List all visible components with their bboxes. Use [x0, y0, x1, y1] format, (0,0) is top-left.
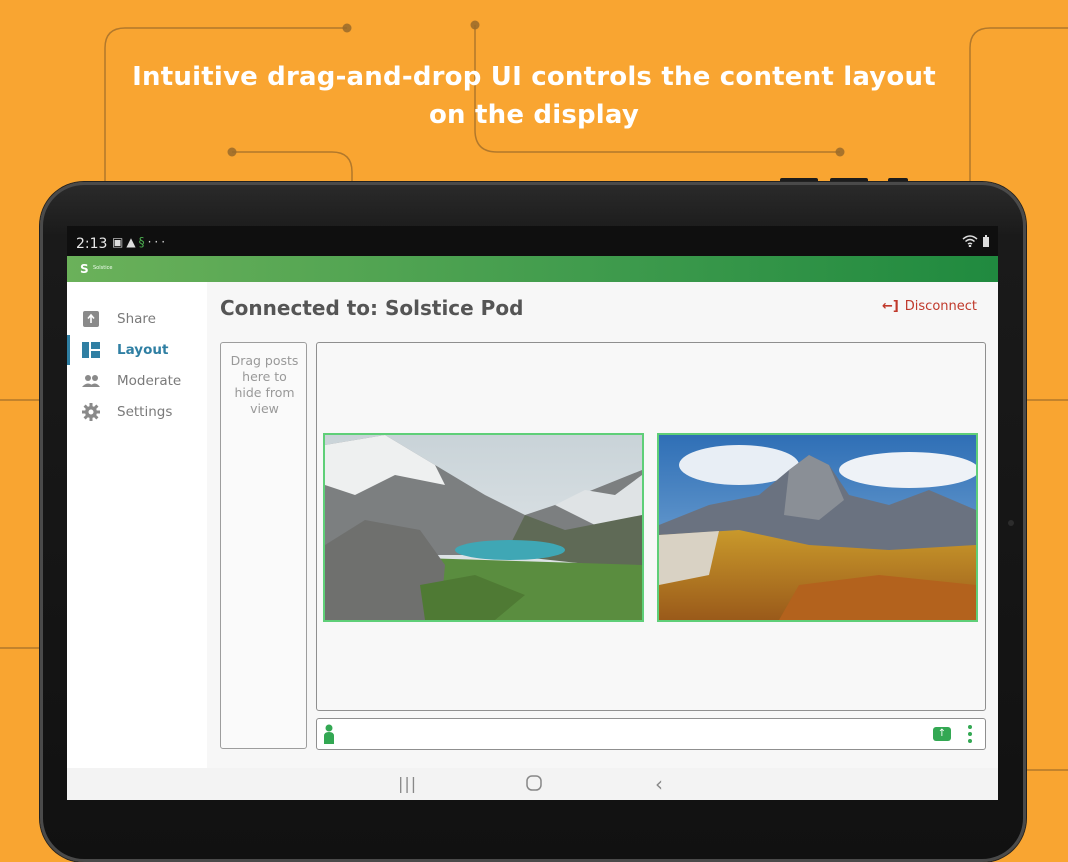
- app-header: S Solstice: [67, 256, 998, 282]
- post-dolomites[interactable]: [657, 433, 978, 622]
- headline: Intuitive drag-and-drop UI controls the …: [0, 58, 1068, 134]
- app-brand: Solstice: [93, 265, 113, 271]
- status-time: 2:13: [76, 236, 108, 252]
- headline-line-2: on the display: [428, 100, 640, 130]
- status-left-icons: ▣▲§···: [112, 235, 168, 249]
- sidebar-item-share[interactable]: Share: [67, 304, 207, 334]
- sidebar-item-label: Layout: [117, 342, 169, 358]
- page-title: Connected to: Solstice Pod: [220, 296, 524, 320]
- post-mountain-lake[interactable]: [323, 433, 644, 622]
- battery-icon: [983, 235, 989, 247]
- sidebar-item-label: Share: [117, 311, 156, 327]
- disconnect-button[interactable]: ←] Disconnect: [882, 299, 977, 314]
- status-bar: 2:13 ▣▲§···: [67, 226, 998, 256]
- share-screen-icon[interactable]: ↑: [933, 727, 951, 741]
- canvas-toolbar: ↑: [316, 718, 986, 750]
- warning-icon: ▲: [126, 235, 139, 249]
- layout-icon: [82, 342, 100, 358]
- share-icon: [83, 311, 99, 327]
- moderate-icon: [82, 375, 100, 387]
- gear-icon: [82, 403, 100, 421]
- home-icon[interactable]: [526, 774, 542, 796]
- sidebar-item-settings[interactable]: Settings: [67, 397, 207, 427]
- person-icon[interactable]: [323, 724, 335, 744]
- image-icon: ▣: [112, 235, 127, 249]
- display-layout-canvas[interactable]: [316, 342, 986, 711]
- sidebar-item-label: Settings: [117, 404, 173, 420]
- wifi-icon: [962, 235, 978, 248]
- dolomites-photo: [659, 435, 976, 620]
- recent-apps-icon[interactable]: |||: [398, 774, 417, 793]
- sidebar-item-moderate[interactable]: Moderate: [67, 366, 207, 396]
- solstice-logo-icon: S: [80, 262, 89, 276]
- mountain-lake-photo: [325, 435, 642, 620]
- sidebar-item-label: Moderate: [117, 373, 182, 389]
- status-right-icons: [962, 235, 990, 250]
- disconnect-label: Disconnect: [904, 299, 977, 314]
- headline-line-1: Intuitive drag-and-drop UI controls the …: [132, 62, 936, 92]
- tablet-screen: 2:13 ▣▲§··· S Solstice Share Layout Mode…: [67, 226, 998, 800]
- solstice-icon: §: [138, 235, 148, 249]
- sidebar: Share Layout Moderate Settings: [67, 282, 207, 768]
- exit-icon: ←]: [881, 299, 899, 314]
- layout-panel: Connected to: Solstice Pod ←] Disconnect …: [207, 282, 998, 768]
- more-vertical-icon[interactable]: [967, 724, 973, 744]
- hide-zone-text: Drag posts here to hide from view: [230, 353, 299, 416]
- more-icon: ···: [147, 235, 169, 249]
- android-nav-bar: ||| ‹: [67, 768, 998, 800]
- hide-drop-zone[interactable]: Drag posts here to hide from view: [220, 342, 307, 749]
- active-indicator: [67, 335, 70, 365]
- back-icon[interactable]: ‹: [655, 772, 663, 796]
- sidebar-item-layout[interactable]: Layout: [67, 335, 207, 365]
- tablet-sensor: [1008, 520, 1014, 526]
